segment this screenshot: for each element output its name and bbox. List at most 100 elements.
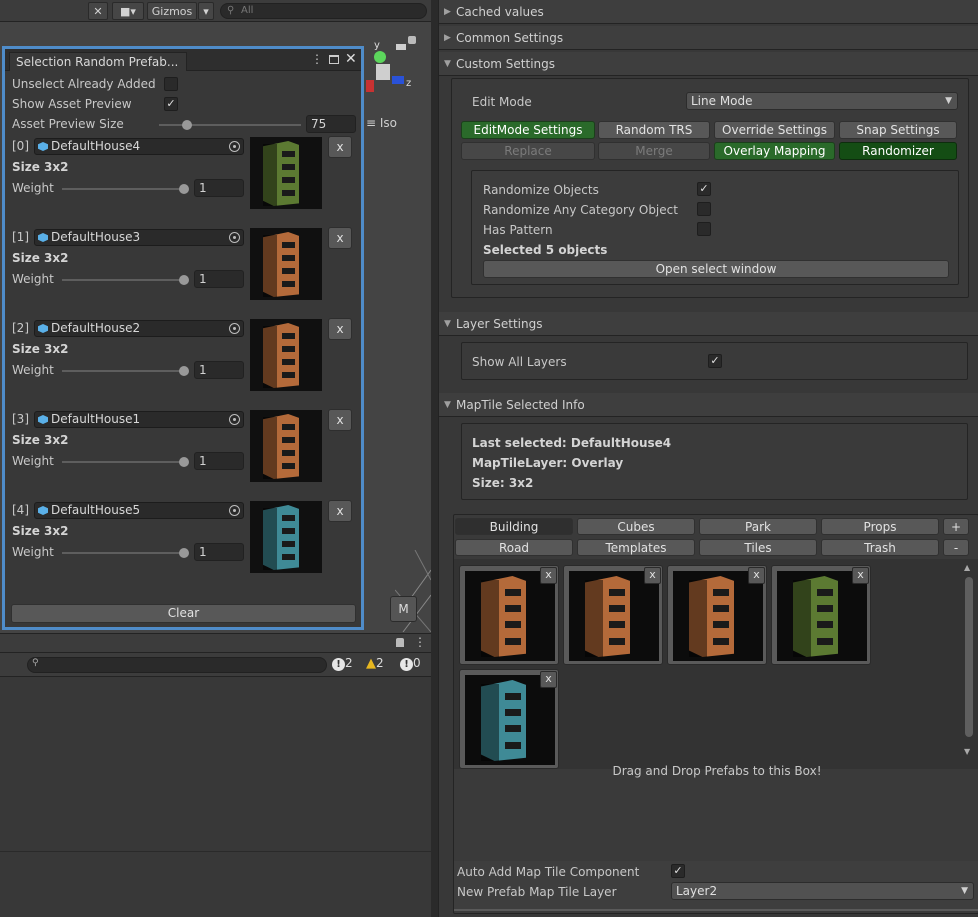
weight-slider[interactable]	[62, 461, 186, 463]
lock-icon[interactable]	[408, 36, 416, 44]
iso-label[interactable]: ≡ Iso	[366, 116, 397, 130]
auto-add-checkbox[interactable]: ✓	[671, 864, 685, 878]
category-tab-park[interactable]: Park	[699, 518, 817, 535]
weight-field[interactable]: 1	[194, 270, 244, 288]
remove-item-button[interactable]: x	[328, 227, 352, 249]
scene-search-input[interactable]: ⚲ All	[220, 3, 427, 19]
more-menu-icon[interactable]: ⋮	[311, 52, 323, 66]
remove-category-button[interactable]: -	[943, 539, 969, 556]
scroll-down-icon[interactable]: ▼	[964, 747, 970, 756]
tab-selection-random-prefab[interactable]: Selection Random Prefab...	[9, 52, 187, 71]
preview-size-slider-knob[interactable]	[182, 120, 192, 130]
object-picker-icon[interactable]	[229, 323, 240, 334]
lock-icon[interactable]	[396, 638, 404, 647]
edit-mode-dropdown[interactable]: Line Mode ▼	[686, 92, 958, 110]
foldout-maptile-info[interactable]: ▼ MapTile Selected Info	[439, 393, 978, 417]
weight-field[interactable]: 1	[194, 543, 244, 561]
weight-slider-knob[interactable]	[179, 548, 189, 558]
weight-slider-knob[interactable]	[179, 275, 189, 285]
randomize-any-checkbox[interactable]	[697, 202, 711, 216]
scene-orientation-gizmo[interactable]: y z	[364, 38, 424, 98]
category-tab-tiles[interactable]: Tiles	[699, 539, 817, 556]
weight-slider[interactable]	[62, 188, 186, 190]
axis-z-handle[interactable]	[392, 76, 404, 84]
show-asset-preview-checkbox[interactable]: ✓	[164, 97, 178, 111]
info-count-button[interactable]: ! 0	[400, 656, 430, 674]
scene-view[interactable]: ✕ ■▾ Gizmos ▾ ⚲ All y z ≡ Iso M Selectio…	[0, 0, 431, 633]
weight-slider-knob[interactable]	[179, 457, 189, 467]
gizmo-cube[interactable]	[376, 64, 390, 80]
remove-item-button[interactable]: x	[328, 136, 352, 158]
foldout-common-settings[interactable]: ▶ Common Settings	[439, 26, 978, 50]
foldout-custom-settings[interactable]: ▼ Custom Settings	[439, 52, 978, 76]
scrollbar[interactable]: ▲ ▼	[964, 563, 974, 759]
weight-slider-knob[interactable]	[179, 366, 189, 376]
mode-button-merge[interactable]: Merge	[598, 142, 710, 160]
mode-button-randomizer[interactable]: Randomizer	[839, 142, 957, 160]
axis-handle-white[interactable]	[396, 44, 406, 50]
prefab-object-field[interactable]: DefaultHouse5	[34, 502, 244, 519]
category-tab-road[interactable]: Road	[455, 539, 573, 556]
close-icon[interactable]: ✕	[345, 51, 357, 67]
scroll-up-icon[interactable]: ▲	[964, 563, 970, 572]
clear-button[interactable]: Clear	[11, 604, 356, 623]
remove-item-button[interactable]: x	[328, 318, 352, 340]
warning-count-button[interactable]: ▲2	[366, 656, 396, 674]
camera-icon[interactable]: ■▾	[112, 2, 144, 20]
weight-field[interactable]: 1	[194, 452, 244, 470]
weight-field[interactable]: 1	[194, 179, 244, 197]
object-picker-icon[interactable]	[229, 232, 240, 243]
prefab-object-field[interactable]: DefaultHouse2	[34, 320, 244, 337]
category-tab-templates[interactable]: Templates	[577, 539, 695, 556]
category-tab-cubes[interactable]: Cubes	[577, 518, 695, 535]
remove-prefab-button[interactable]: x	[644, 567, 661, 584]
prefab-thumbnail[interactable]: x	[667, 565, 767, 665]
prefab-object-field[interactable]: DefaultHouse3	[34, 229, 244, 246]
mode-button-overlay-mapping[interactable]: Overlay Mapping	[714, 142, 835, 160]
mode-button-snap-settings[interactable]: Snap Settings	[839, 121, 957, 139]
preview-size-slider[interactable]	[159, 124, 301, 126]
new-layer-dropdown[interactable]: Layer2 ▼	[671, 882, 974, 900]
remove-prefab-button[interactable]: x	[540, 567, 557, 584]
console-search-input[interactable]: ⚲	[27, 657, 327, 673]
axis-y-handle[interactable]	[374, 51, 386, 63]
weight-slider[interactable]	[62, 552, 186, 554]
remove-item-button[interactable]: x	[328, 500, 352, 522]
weight-slider[interactable]	[62, 279, 186, 281]
preview-size-field[interactable]: 75	[306, 115, 356, 133]
prefab-object-field[interactable]: DefaultHouse4	[34, 138, 244, 155]
pane-splitter[interactable]	[431, 0, 438, 917]
weight-slider-knob[interactable]	[179, 184, 189, 194]
foldout-layer-settings[interactable]: ▼ Layer Settings	[439, 312, 978, 336]
prefab-thumbnail[interactable]: x	[459, 669, 559, 769]
gizmos-button[interactable]: Gizmos	[147, 2, 197, 20]
maximize-icon[interactable]	[329, 55, 339, 64]
more-menu-icon[interactable]: ⋮	[414, 635, 426, 649]
foldout-cached-values[interactable]: ▶ Cached values	[439, 0, 978, 24]
mode-button-editmode-settings[interactable]: EditMode Settings	[461, 121, 595, 139]
prefab-thumbnail[interactable]: x	[563, 565, 663, 665]
unselect-already-added-checkbox[interactable]	[164, 77, 178, 91]
mode-button-random-trs[interactable]: Random TRS	[598, 121, 710, 139]
remove-prefab-button[interactable]: x	[852, 567, 869, 584]
open-select-window-button[interactable]: Open select window	[483, 260, 949, 278]
category-tab-trash[interactable]: Trash	[821, 539, 939, 556]
prefab-thumbnail[interactable]: x	[459, 565, 559, 665]
object-picker-icon[interactable]	[229, 141, 240, 152]
remove-item-button[interactable]: x	[328, 409, 352, 431]
category-tab-props[interactable]: Props	[821, 518, 939, 535]
prefab-object-field[interactable]: DefaultHouse1	[34, 411, 244, 428]
error-count-button[interactable]: ! 2	[332, 656, 362, 674]
weight-field[interactable]: 1	[194, 361, 244, 379]
scrollbar-thumb[interactable]	[965, 577, 973, 737]
remove-prefab-button[interactable]: x	[748, 567, 765, 584]
has-pattern-checkbox[interactable]	[697, 222, 711, 236]
randomize-objects-checkbox[interactable]: ✓	[697, 182, 711, 196]
mode-button-replace[interactable]: Replace	[461, 142, 595, 160]
category-tab-building[interactable]: Building	[455, 518, 573, 535]
object-picker-icon[interactable]	[229, 505, 240, 516]
show-all-layers-checkbox[interactable]: ✓	[708, 354, 722, 368]
axis-x-handle[interactable]	[366, 80, 374, 92]
weight-slider[interactable]	[62, 370, 186, 372]
remove-prefab-button[interactable]: x	[540, 671, 557, 688]
